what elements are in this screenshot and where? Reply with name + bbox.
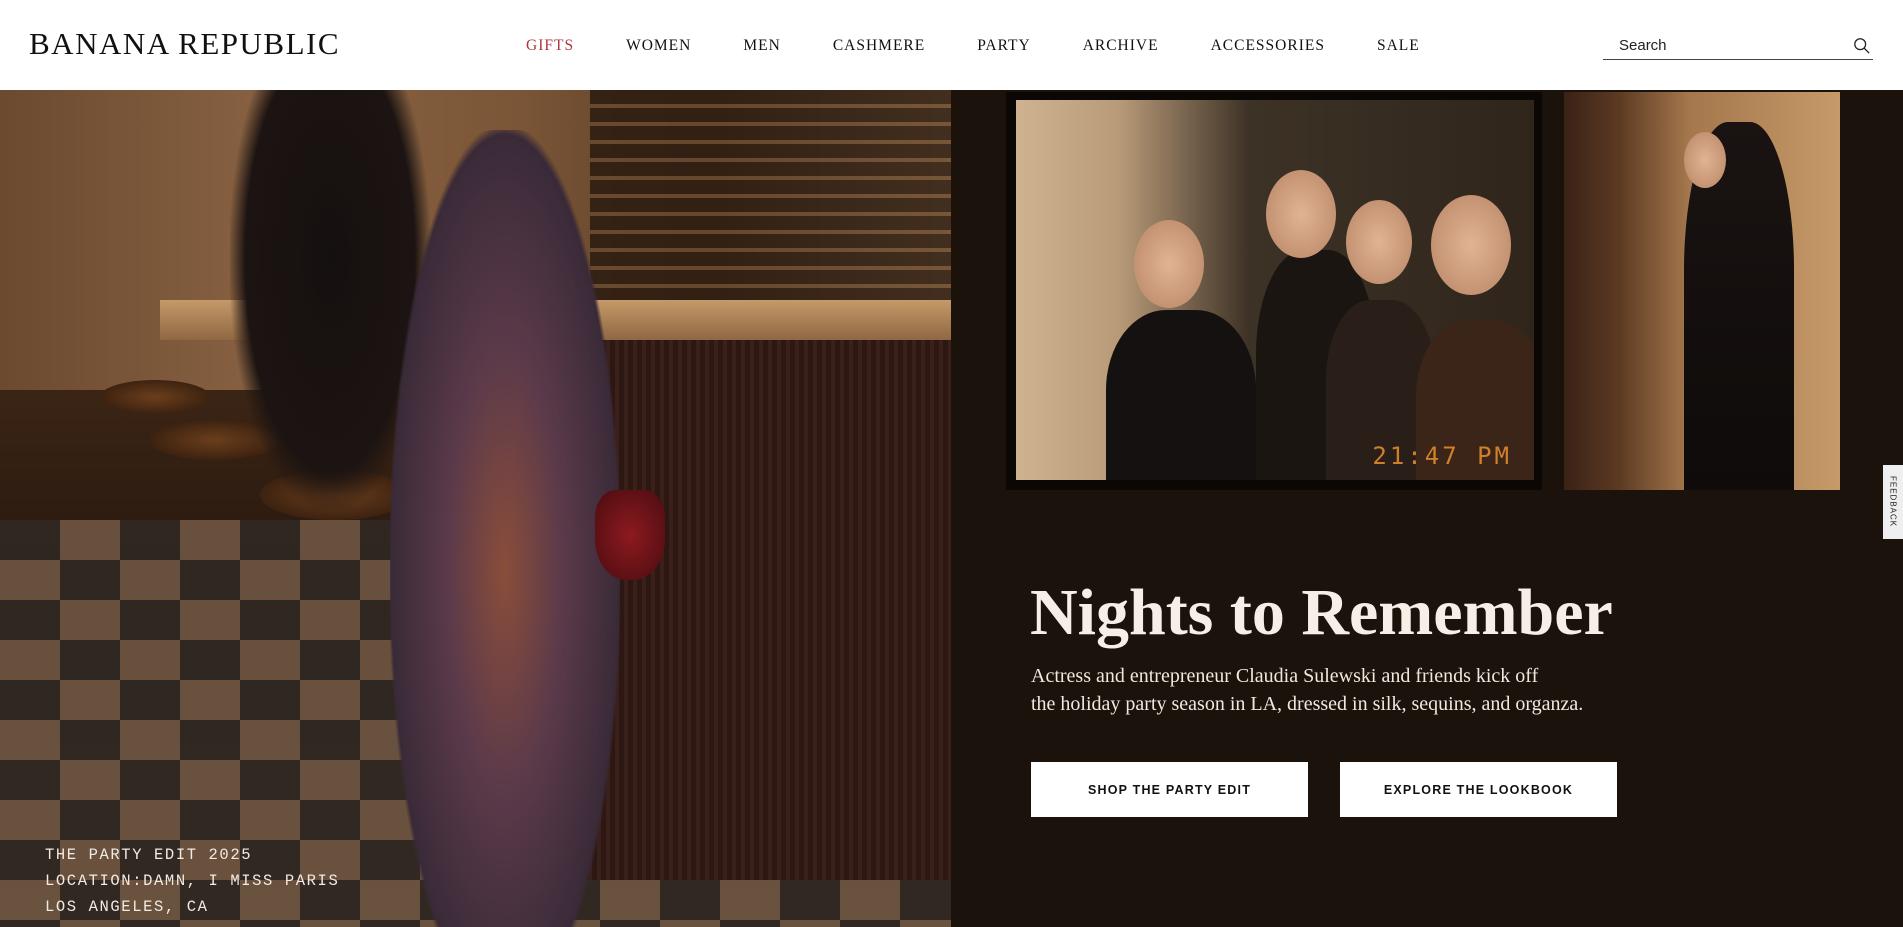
shop-party-edit-button[interactable]: SHOP THE PARTY EDIT (1031, 762, 1308, 817)
hero-image-party-edit[interactable]: THE PARTY EDIT 2025 LOCATION:DAMN, I MIS… (0, 90, 951, 927)
search-input[interactable] (1603, 37, 1853, 54)
nav-item-accessories[interactable]: ACCESSORIES (1211, 37, 1325, 55)
bar-stool (100, 380, 210, 414)
nav-item-sale[interactable]: SALE (1377, 37, 1420, 55)
liquor-shelves (590, 90, 951, 320)
hero-headline: Nights to Remember (1030, 576, 1613, 649)
model-floral-slip-dress (390, 130, 620, 927)
main-nav: GIFTS WOMEN MEN CASHMERE PARTY ARCHIVE A… (526, 37, 1472, 55)
portrait-photo[interactable] (1564, 92, 1840, 490)
site-header: BANANA REPUBLIC GIFTS WOMEN MEN CASHMERE… (0, 0, 1903, 90)
red-woven-bag (595, 490, 665, 580)
figure-face (1346, 200, 1412, 284)
model-face (1684, 132, 1726, 188)
brand-logo[interactable]: BANANA REPUBLIC (29, 26, 340, 62)
nav-item-cashmere[interactable]: CASHMERE (833, 37, 925, 55)
figure-face (1134, 220, 1204, 308)
feedback-label: FEEDBACK (1888, 476, 1898, 528)
caption-line: THE PARTY EDIT 2025 (45, 846, 253, 864)
caption-line: LOCATION:DAMN, I MISS PARIS (45, 872, 340, 890)
figure-face (1431, 195, 1511, 295)
group-photo-image: 21:47 PM (1016, 100, 1534, 480)
feedback-tab[interactable]: FEEDBACK (1883, 465, 1903, 539)
nav-item-archive[interactable]: ARCHIVE (1083, 37, 1159, 55)
nav-item-party[interactable]: PARTY (977, 37, 1030, 55)
search-icon[interactable] (1853, 37, 1871, 55)
hero-caption: THE PARTY EDIT 2025 LOCATION:DAMN, I MIS… (45, 842, 339, 920)
explore-lookbook-button[interactable]: EXPLORE THE LOOKBOOK (1340, 762, 1617, 817)
hero-subtext-line: the holiday party season in LA, dressed … (1031, 693, 1584, 715)
figure-clothing (1106, 310, 1256, 480)
hero-subtext: Actress and entrepreneur Claudia Sulewsk… (1031, 662, 1631, 718)
photo-timestamp: 21:47 PM (1372, 442, 1512, 470)
figure-face (1266, 170, 1336, 258)
nav-item-men[interactable]: MEN (743, 37, 780, 55)
hero-subtext-line: Actress and entrepreneur Claudia Sulewsk… (1031, 665, 1539, 687)
caption-line: LOS ANGELES, CA (45, 898, 209, 916)
group-photo[interactable]: 21:47 PM (1006, 92, 1542, 490)
search-bar (1603, 32, 1873, 60)
nav-item-gifts[interactable]: GIFTS (526, 37, 574, 55)
nav-item-women[interactable]: WOMEN (626, 37, 691, 55)
